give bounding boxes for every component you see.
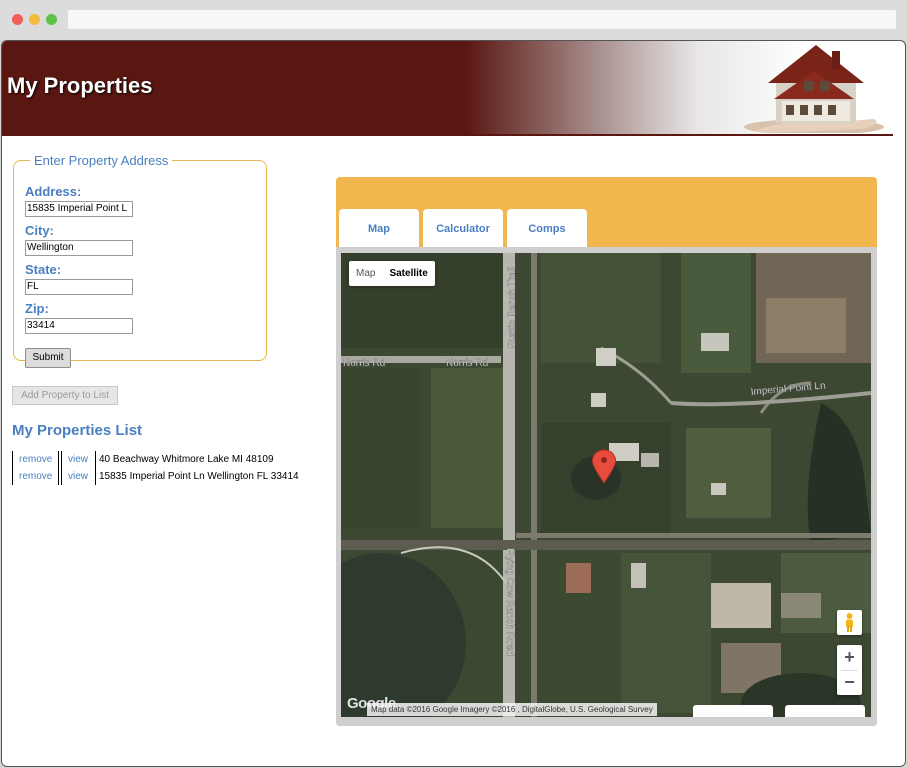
- map-attribution: Map data ©2016 Google Imagery ©2016 , Di…: [367, 703, 657, 716]
- satellite-map[interactable]: Norris Rd Norris Rd Rustic Ranch Trail I…: [341, 253, 871, 717]
- remove-link[interactable]: remove: [19, 468, 52, 485]
- map-type-satellite-button[interactable]: Satellite: [382, 261, 434, 286]
- address-form-legend: Enter Property Address: [34, 153, 169, 168]
- close-window-button[interactable]: [12, 14, 23, 25]
- address-label: Address:: [25, 184, 82, 199]
- property-address: 15835 Imperial Point Ln Wellington FL 33…: [99, 471, 299, 482]
- property-address: 40 Beachway Whitmore Lake MI 48109: [99, 454, 274, 465]
- road-label: Rustic Ranch Trail: [507, 267, 518, 348]
- map-overlay-button[interactable]: [693, 705, 773, 717]
- zoom-control: + −: [837, 645, 862, 695]
- map-overlay-button[interactable]: [785, 705, 865, 717]
- road-label: Flying Cow Ranch Road: [504, 548, 515, 656]
- page-title: My Properties: [7, 73, 153, 98]
- browser-chrome: [0, 0, 907, 40]
- zip-label: Zip:: [25, 301, 49, 316]
- properties-list-title: My Properties List: [12, 422, 143, 439]
- state-input[interactable]: FL: [25, 279, 133, 295]
- address-bar[interactable]: [68, 10, 896, 29]
- map-container: Norris Rd Norris Rd Rustic Ranch Trail I…: [336, 247, 877, 726]
- road-label: Norris Rd: [446, 358, 488, 369]
- page: My Properties Enter Property Address Add…: [1, 40, 906, 767]
- house-in-hand-logo-icon: [744, 45, 884, 133]
- tab-calculator[interactable]: Calculator: [423, 209, 503, 247]
- add-property-button[interactable]: Add Property to List: [12, 386, 118, 405]
- road-label: Norris Rd: [343, 358, 385, 369]
- map-type-toggle: Map Satellite: [349, 261, 435, 286]
- city-label: City:: [25, 223, 54, 238]
- state-label: State:: [25, 262, 62, 277]
- address-form: Enter Property Address Address: 15835 Im…: [13, 153, 267, 368]
- header-banner: My Properties: [2, 41, 893, 136]
- city-input[interactable]: Wellington: [25, 240, 133, 256]
- view-link[interactable]: view: [68, 451, 88, 468]
- maximize-window-button[interactable]: [46, 14, 57, 25]
- remove-link[interactable]: remove: [19, 451, 52, 468]
- map-type-map-button[interactable]: Map: [349, 261, 382, 286]
- zoom-in-button[interactable]: +: [837, 645, 862, 670]
- pegman-icon[interactable]: [837, 610, 862, 635]
- submit-button[interactable]: Submit: [25, 348, 71, 368]
- zoom-out-button[interactable]: −: [837, 670, 862, 695]
- tab-comps[interactable]: Comps: [507, 209, 587, 247]
- satellite-imagery: Norris Rd Norris Rd Rustic Ranch Trail I…: [341, 253, 871, 717]
- tab-map[interactable]: Map: [339, 209, 419, 247]
- minimize-window-button[interactable]: [29, 14, 40, 25]
- address-input[interactable]: 15835 Imperial Point L: [25, 201, 133, 217]
- view-link[interactable]: view: [68, 468, 88, 485]
- tab-panel: Map Calculator Comps Norris Rd Norris Rd…: [336, 177, 877, 726]
- zip-input[interactable]: 33414: [25, 318, 133, 334]
